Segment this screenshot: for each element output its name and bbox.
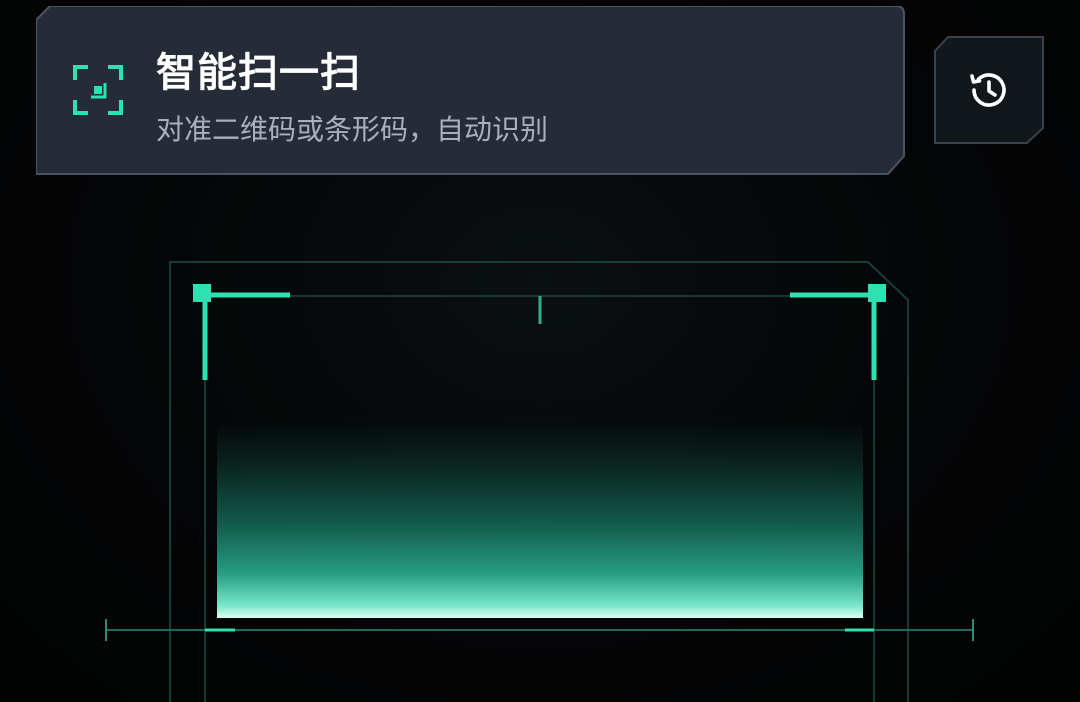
- header-card: 智能扫一扫 对准二维码或条形码，自动识别: [36, 6, 906, 176]
- page-title: 智能扫一扫: [156, 50, 361, 96]
- scan-beam: [217, 300, 863, 618]
- page-subtitle: 对准二维码或条形码，自动识别: [156, 113, 549, 146]
- history-button[interactable]: [934, 36, 1044, 144]
- history-clock-icon: [970, 73, 1006, 107]
- bottom-guide-line: [105, 619, 974, 641]
- scanner-screen: 智能扫一扫 对准二维码或条形码，自动识别: [0, 0, 1080, 702]
- scan-frame-icon: [73, 65, 123, 115]
